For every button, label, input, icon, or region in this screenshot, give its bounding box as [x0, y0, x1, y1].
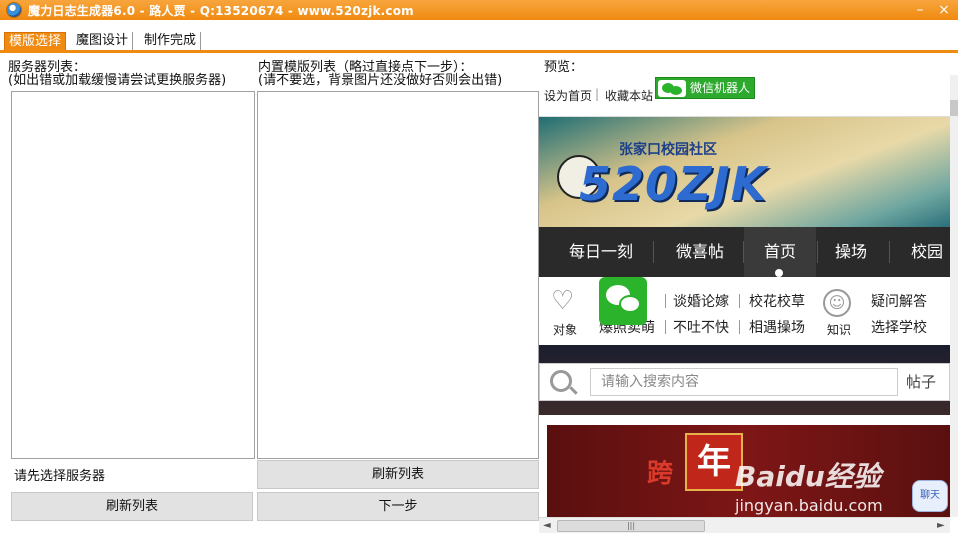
- category-meet[interactable]: 相遇操场: [749, 317, 805, 337]
- heart-icon: ♡: [551, 286, 575, 316]
- preview-horizontal-scrollbar[interactable]: ◄ ||| ►: [539, 517, 950, 533]
- category-separator: [665, 294, 666, 308]
- nav-separator: [889, 241, 890, 263]
- template-refresh-button[interactable]: 刷新列表: [257, 460, 539, 489]
- wechat-float-icon[interactable]: [599, 277, 647, 325]
- vertical-scroll-thumb[interactable]: [950, 100, 958, 116]
- promo-text: 跨: [647, 459, 674, 489]
- search-scope-select[interactable]: 帖子: [906, 364, 936, 400]
- minimize-button[interactable]: –: [910, 1, 930, 19]
- nav-item-daily[interactable]: 每日一刻: [553, 227, 649, 277]
- app-icon: [6, 2, 22, 18]
- category-knowledge-label: 知识: [827, 323, 852, 337]
- search-icon[interactable]: [550, 370, 572, 392]
- scroll-left-icon[interactable]: ◄: [543, 520, 551, 531]
- baidu-watermark-url: jingyan.baidu.com: [735, 496, 883, 515]
- set-homepage-link[interactable]: 设为首页: [544, 87, 592, 104]
- scroll-right-icon[interactable]: ►: [937, 520, 945, 531]
- close-button[interactable]: ×: [934, 1, 954, 19]
- title-bar: 魔力日志生成器6.0 - 路人贾 - Q:13520674 - www.520z…: [0, 0, 958, 20]
- category-separator: [739, 294, 740, 308]
- category-school-select[interactable]: 选择学校: [871, 317, 927, 337]
- next-step-button[interactable]: 下一步: [257, 492, 539, 521]
- tab-bar: 模版选择 魔图设计 制作完成: [0, 30, 958, 52]
- template-listbox[interactable]: [257, 91, 539, 459]
- category-vent[interactable]: 不吐不快: [673, 317, 729, 337]
- smile-icon: ☺: [823, 289, 851, 317]
- search-strip: 请输入搜索内容 帖子: [539, 345, 950, 415]
- banner-logo: 520ZJK: [579, 157, 768, 211]
- tab-underline: [0, 50, 958, 53]
- tab-image-design[interactable]: 魔图设计: [72, 32, 134, 51]
- server-listbox[interactable]: [11, 91, 255, 459]
- category-separator: [665, 320, 666, 334]
- chat-icon[interactable]: 聊天: [912, 480, 948, 512]
- category-separator: [739, 320, 740, 334]
- nav-item-campus[interactable]: 校园: [897, 227, 950, 277]
- site-nav: 每日一刻 微喜帖 首页 操场 校园: [539, 227, 950, 277]
- search-bar: 请输入搜索内容 帖子: [539, 363, 950, 401]
- nav-item-playground[interactable]: 操场: [821, 227, 881, 277]
- category-qa[interactable]: 疑问解答: [871, 291, 927, 311]
- tab-template-select[interactable]: 模版选择: [4, 32, 67, 51]
- site-banner: 张家口校园社区 520ZJK: [539, 117, 950, 227]
- nav-item-wedding[interactable]: 微喜帖: [657, 227, 743, 277]
- nav-active-dot: [775, 269, 783, 277]
- bookmark-link[interactable]: 收藏本站: [605, 87, 653, 104]
- baidu-watermark: Baidu经验: [735, 460, 881, 493]
- server-status: 请先选择服务器: [14, 469, 106, 484]
- preview-topbar: 设为首页 | 收藏本站 微信机器人: [539, 75, 950, 117]
- preview-vertical-scrollbar[interactable]: [950, 75, 958, 517]
- preview-title: 预览：: [544, 60, 584, 75]
- wechat-robot-label: 微信机器人: [690, 81, 751, 95]
- banner-subtitle: 张家口校园社区: [619, 142, 717, 158]
- server-refresh-button[interactable]: 刷新列表: [11, 492, 253, 521]
- link-separator: |: [595, 87, 600, 101]
- category-campus-beauty[interactable]: 校花校草: [749, 291, 805, 311]
- category-marriage[interactable]: 谈婚论嫁: [673, 291, 729, 311]
- template-list-hint: (请不要选，背景图片还没做好否则会出错): [258, 73, 503, 88]
- horizontal-scroll-thumb[interactable]: |||: [557, 520, 705, 532]
- wechat-icon: [658, 80, 686, 97]
- wechat-robot-button[interactable]: 微信机器人: [655, 77, 755, 99]
- nav-separator: [653, 241, 654, 263]
- search-input[interactable]: 请输入搜索内容: [590, 368, 898, 396]
- preview-pane[interactable]: 设为首页 | 收藏本站 微信机器人 张家口校园社区 520ZJK 每日一刻 微喜…: [539, 75, 950, 517]
- nav-separator: [817, 241, 818, 263]
- tab-finish[interactable]: 制作完成: [140, 32, 202, 51]
- category-section: ♡ 对象 爱 爆照卖萌 谈婚论嫁 不吐不快 校花校草 相遇操场 ☺ 知识 疑问解…: [539, 277, 950, 345]
- category-dating-label: 对象: [553, 323, 578, 337]
- window-title: 魔力日志生成器6.0 - 路人贾 - Q:13520674 - www.520z…: [28, 4, 414, 18]
- server-list-hint: (如出错或加载缓慢请尝试更换服务器): [8, 73, 227, 88]
